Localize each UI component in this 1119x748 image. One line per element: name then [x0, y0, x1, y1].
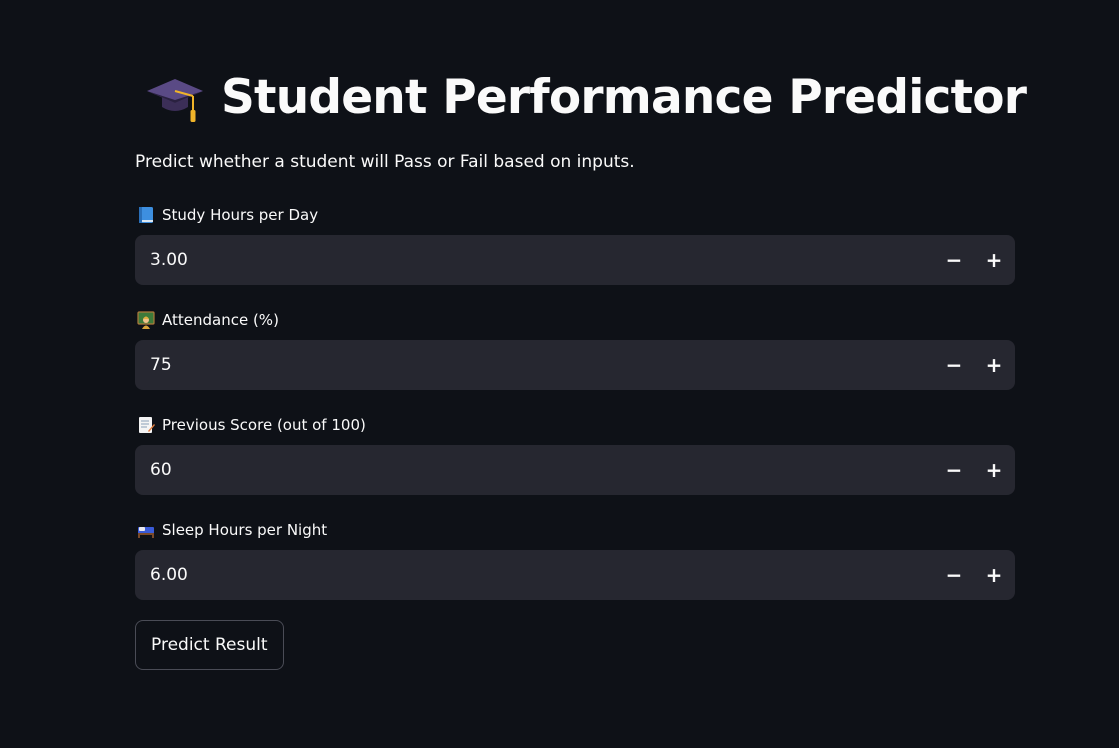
attendance-increment-button[interactable]: + — [974, 340, 1014, 390]
minus-icon: − — [945, 563, 963, 587]
memo-icon — [139, 417, 155, 433]
field-label-text: Previous Score (out of 100) — [162, 416, 366, 434]
previous-score-input: − + — [135, 444, 1015, 496]
attendance-decrement-button[interactable]: − — [934, 340, 974, 390]
previous-score-label: Previous Score (out of 100) — [137, 414, 366, 436]
plus-icon: + — [985, 248, 1003, 272]
app-page: Student Performance Predictor Predict wh… — [0, 0, 1119, 748]
page-header: Student Performance Predictor — [145, 62, 1027, 132]
study-hours-input: − + — [135, 234, 1015, 286]
page-title: Student Performance Predictor — [221, 69, 1027, 125]
minus-icon: − — [945, 458, 963, 482]
page-subtitle: Predict whether a student will Pass or F… — [135, 152, 635, 172]
attendance-input: − + — [135, 339, 1015, 391]
sleep-hours-label: Sleep Hours per Night — [137, 519, 327, 541]
blue-book-icon — [139, 207, 153, 223]
study-hours-label: Study Hours per Day — [137, 204, 318, 226]
previous-score-decrement-button[interactable]: − — [934, 445, 974, 495]
sleep-hours-increment-button[interactable]: + — [974, 550, 1014, 600]
previous-score-increment-button[interactable]: + — [974, 445, 1014, 495]
study-hours-field[interactable] — [135, 234, 934, 286]
bed-icon — [138, 527, 154, 538]
study-hours-decrement-button[interactable]: − — [934, 235, 974, 285]
teacher-icon — [137, 311, 155, 329]
minus-icon: − — [945, 353, 963, 377]
attendance-label: Attendance (%) — [137, 309, 279, 331]
sleep-hours-input: − + — [135, 549, 1015, 601]
field-label-text: Study Hours per Day — [162, 206, 319, 224]
predict-result-button[interactable]: Predict Result — [135, 620, 284, 670]
previous-score-field[interactable] — [135, 444, 934, 496]
graduation-cap-icon — [147, 79, 203, 122]
field-label-text: Attendance (%) — [162, 311, 279, 329]
plus-icon: + — [985, 353, 1003, 377]
plus-icon: + — [985, 563, 1003, 587]
sleep-hours-decrement-button[interactable]: − — [934, 550, 974, 600]
study-hours-increment-button[interactable]: + — [974, 235, 1014, 285]
attendance-field[interactable] — [135, 339, 934, 391]
plus-icon: + — [985, 458, 1003, 482]
sleep-hours-field[interactable] — [135, 549, 934, 601]
minus-icon: − — [945, 248, 963, 272]
field-label-text: Sleep Hours per Night — [162, 521, 328, 539]
